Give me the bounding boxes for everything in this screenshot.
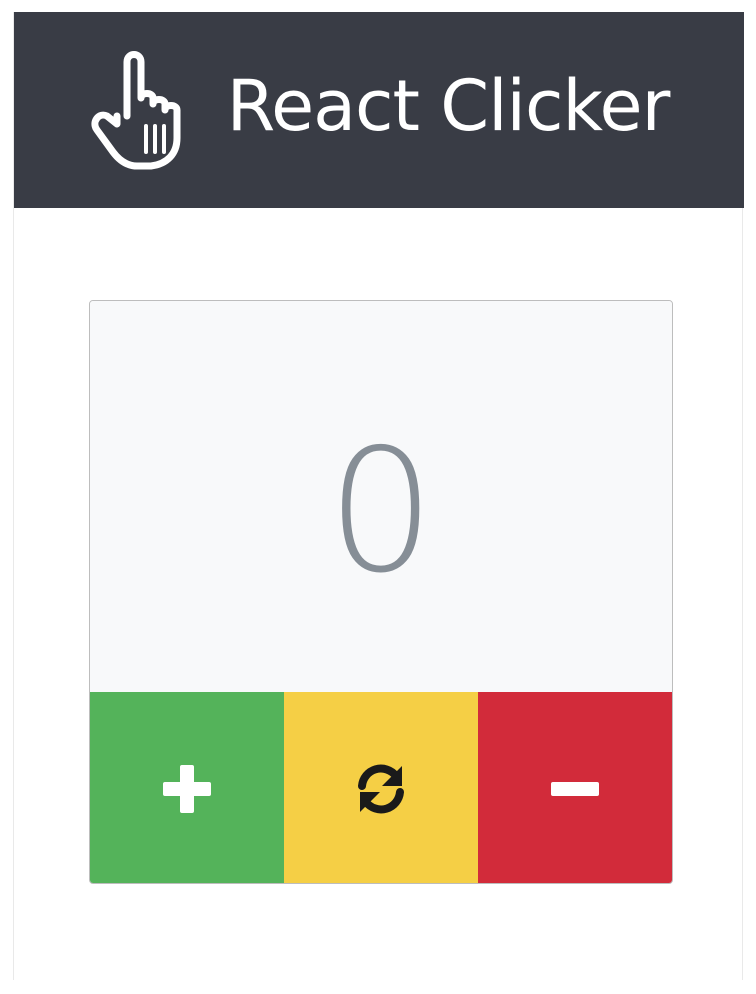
minus-icon xyxy=(551,781,599,796)
count-display: 0 xyxy=(90,301,672,692)
pointing-hand-icon xyxy=(91,51,181,170)
count-value: 0 xyxy=(326,412,436,611)
plus-icon xyxy=(163,764,211,813)
refresh-icon xyxy=(358,764,404,813)
app-header: React Clicker xyxy=(14,12,744,208)
button-row xyxy=(90,692,672,883)
app-frame: React Clicker 0 xyxy=(13,12,744,980)
increment-button[interactable] xyxy=(90,692,284,883)
counter-card: 0 xyxy=(89,300,673,884)
decrement-button[interactable] xyxy=(478,692,672,883)
page: React Clicker 0 xyxy=(0,0,756,994)
reset-button[interactable] xyxy=(284,692,478,883)
app-title: React Clicker xyxy=(226,65,671,147)
